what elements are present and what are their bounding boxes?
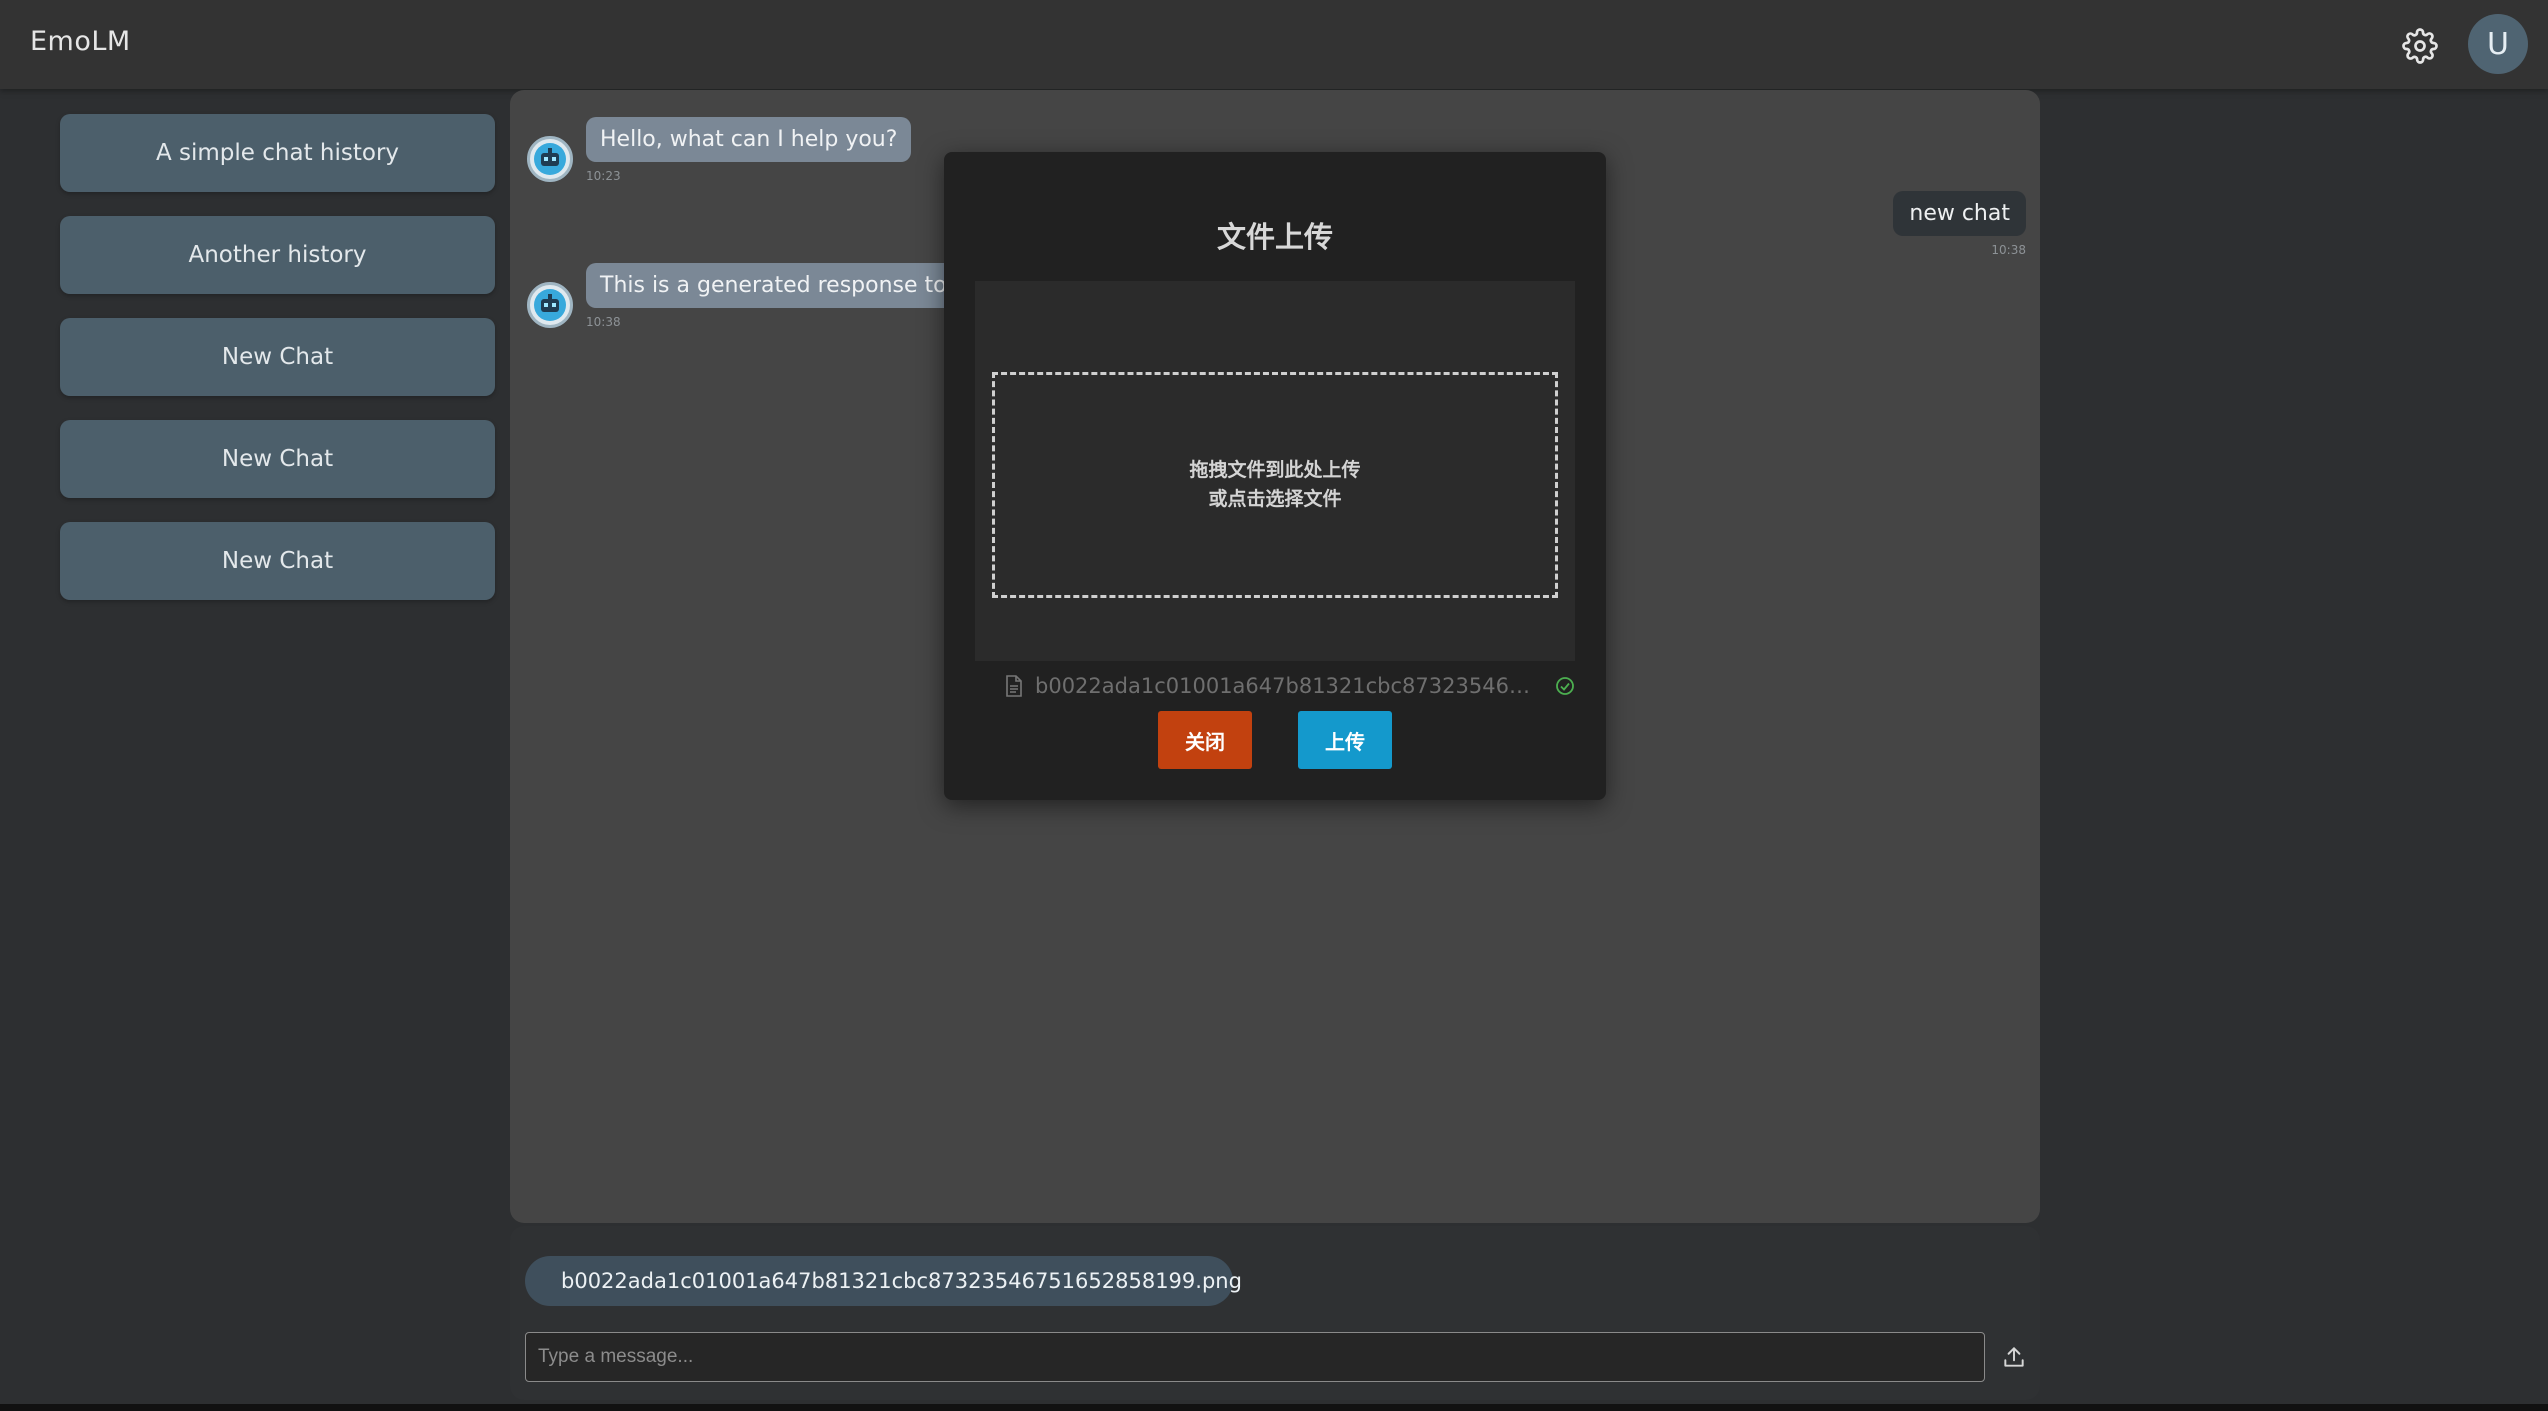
chat-history-sidebar: A simple chat history Another history Ne…: [60, 114, 495, 624]
close-button[interactable]: 关闭: [1158, 711, 1252, 769]
file-upload-modal: 文件上传 拖拽文件到此处上传 或点击选择文件 b0022ada1c01001a6…: [944, 152, 1606, 800]
gear-icon: [2402, 28, 2438, 64]
history-item[interactable]: New Chat: [60, 420, 495, 498]
top-bar: EmoLM U: [0, 0, 2548, 89]
bot-message: Hello, what can I help you?: [586, 117, 912, 162]
message-input[interactable]: [525, 1332, 1985, 1382]
message-time: 10:38: [1991, 243, 2026, 257]
file-upload-button[interactable]: [1997, 1340, 2031, 1374]
upload-area: 拖拽文件到此处上传 或点击选择文件: [975, 281, 1575, 661]
history-item[interactable]: New Chat: [60, 522, 495, 600]
file-dropzone[interactable]: 拖拽文件到此处上传 或点击选择文件: [992, 372, 1558, 598]
attachment-name: b0022ada1c01001a647b81321cbc873235467516…: [561, 1269, 1242, 1293]
app-title: EmoLM: [30, 26, 131, 57]
bottom-edge: [0, 1404, 2548, 1411]
user-message: new chat: [1893, 191, 2026, 236]
message-time: 10:38: [586, 315, 621, 329]
composer-panel: b0022ada1c01001a647b81321cbc873235467516…: [510, 1226, 2040, 1400]
message-time: 10:23: [586, 169, 621, 183]
history-item[interactable]: Another history: [60, 216, 495, 294]
history-item[interactable]: New Chat: [60, 318, 495, 396]
attachment-chip[interactable]: b0022ada1c01001a647b81321cbc873235467516…: [525, 1256, 1242, 1306]
selected-file-name: b0022ada1c01001a647b81321cbc873235467516…: [1035, 674, 1543, 698]
dropzone-text-line1: 拖拽文件到此处上传: [1189, 459, 1361, 481]
user-avatar[interactable]: U: [2468, 14, 2528, 74]
dropzone-text-line2: 或点击选择文件: [1208, 488, 1342, 510]
bot-avatar: [527, 136, 573, 182]
upload-icon: [2004, 1347, 2024, 1367]
upload-button[interactable]: 上传: [1298, 711, 1392, 769]
selected-file-row: b0022ada1c01001a647b81321cbc873235467516…: [975, 662, 1575, 710]
history-item[interactable]: A simple chat history: [60, 114, 495, 192]
bot-avatar: [527, 282, 573, 328]
robot-icon: [534, 289, 566, 321]
document-icon: [1006, 675, 1022, 697]
settings-button[interactable]: [2400, 26, 2440, 66]
check-circle-icon: [1556, 677, 1574, 695]
robot-icon: [534, 143, 566, 175]
modal-title: 文件上传: [1216, 220, 1333, 254]
